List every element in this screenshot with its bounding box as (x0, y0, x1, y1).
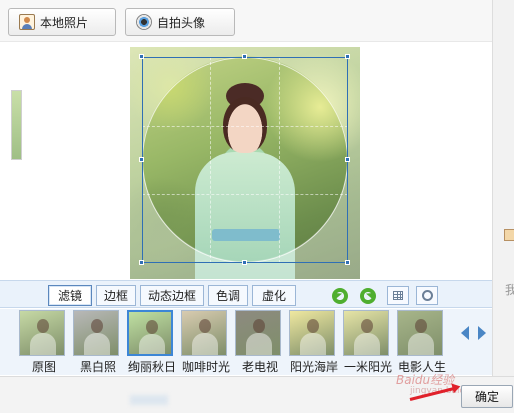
filter-label: 咖啡时光 (181, 360, 230, 374)
filter-thumbnail (343, 310, 389, 356)
selfie-label: 自拍头像 (157, 15, 206, 30)
filter-label: 阳光海岸 (289, 360, 338, 374)
portrait-icon (504, 229, 514, 241)
filter-item[interactable]: 绚丽秋日 (127, 309, 179, 375)
crop-handle-top-left[interactable] (139, 54, 144, 59)
filter-label: 原图 (31, 360, 56, 374)
local-photo-label: 本地照片 (40, 15, 89, 30)
rotate-right-button[interactable] (358, 286, 378, 305)
crop-selection-box[interactable] (142, 57, 348, 263)
filter-thumbnail (289, 310, 335, 356)
filter-thumbnail (127, 310, 173, 356)
crop-handle-bottom-right[interactable] (345, 260, 350, 265)
local-photo-button[interactable]: 本地照片 (8, 8, 116, 36)
grid-toggle-button[interactable] (387, 286, 409, 305)
filter-label: 绚丽秋日 (127, 360, 176, 374)
filter-label: 黑白照 (79, 360, 116, 374)
filter-thumbnail (397, 310, 443, 356)
circle-crop-button[interactable] (416, 286, 438, 305)
grid-icon (393, 291, 403, 300)
filter-item[interactable]: 电影人生 (397, 309, 449, 375)
filter-item[interactable]: 黑白照 (73, 309, 125, 375)
filter-label: 一米阳光 (343, 360, 392, 374)
tab-border[interactable]: 边框 (96, 285, 136, 306)
preview-thumbnail (11, 90, 22, 160)
photo-canvas[interactable] (130, 47, 360, 279)
blurred-status-text (130, 395, 168, 405)
tab-tone[interactable]: 色调 (208, 285, 248, 306)
filter-prev-arrow-icon[interactable] (461, 326, 471, 340)
crop-handle-bottom[interactable] (242, 260, 247, 265)
rotate-right-icon (360, 287, 376, 304)
tab-animated-border[interactable]: 动态边框 (140, 285, 204, 306)
crop-handle-top-right[interactable] (345, 54, 350, 59)
tab-blur[interactable]: 虚化 (252, 285, 296, 306)
tab-filter[interactable]: 滤镜 (48, 285, 92, 306)
filter-item[interactable]: 老电视 (235, 309, 287, 375)
circle-crop-icon (422, 290, 433, 301)
filter-next-arrow-icon[interactable] (476, 326, 486, 340)
crop-handle-right[interactable] (345, 157, 350, 162)
filter-thumbnail (19, 310, 65, 356)
filter-thumbnail (73, 310, 119, 356)
portrait-icon (19, 14, 35, 30)
rotate-left-icon (332, 287, 348, 304)
selfie-button[interactable]: 自拍头像 (125, 8, 235, 36)
effects-tab-bar: 滤镜 边框 动态边框 色调 虚化 (0, 280, 492, 308)
filter-label: 老电视 (241, 360, 278, 374)
filter-item[interactable]: 一米阳光 (343, 309, 395, 375)
sidebar-glyph: 我 (505, 283, 514, 297)
crop-handle-top[interactable] (242, 54, 247, 59)
top-toolbar: 本地照片 自拍头像 (0, 0, 492, 42)
crop-handle-bottom-left[interactable] (139, 260, 144, 265)
webcam-icon (136, 14, 152, 30)
preview-sidebar (492, 0, 514, 413)
filter-item[interactable]: 原图 (19, 309, 71, 375)
filter-item[interactable]: 阳光海岸 (289, 309, 341, 375)
filter-item[interactable]: 咖啡时光 (181, 309, 233, 375)
filter-thumbnail (181, 310, 227, 356)
filter-thumbnail (235, 310, 281, 356)
ok-button[interactable]: 确定 (461, 385, 513, 408)
crop-handle-left[interactable] (139, 157, 144, 162)
rotate-left-button[interactable] (330, 286, 350, 305)
